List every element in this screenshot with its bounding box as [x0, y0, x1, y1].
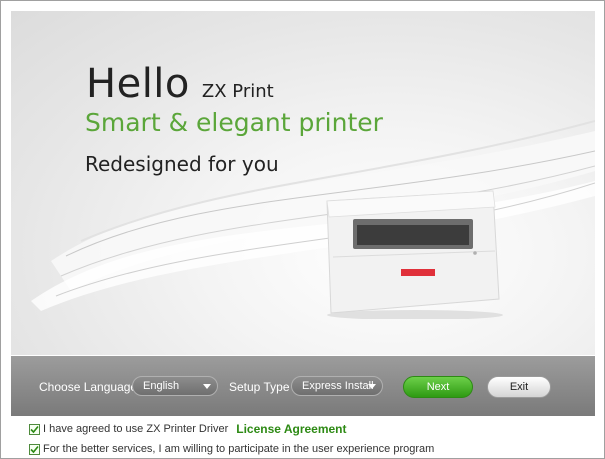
next-button[interactable]: Next: [403, 376, 473, 398]
license-agreement-link[interactable]: License Agreement: [236, 422, 346, 436]
installer-window: Hello ZX Print Smart & elegant printer R…: [0, 0, 605, 459]
hero-subline: Redesigned for you: [85, 152, 279, 176]
license-text: I have agreed to use ZX Printer Driver: [43, 423, 229, 435]
experience-text: For the better services, I am willing to…: [43, 443, 435, 455]
printer-image: [326, 190, 503, 319]
hero-heading: Hello ZX Print: [86, 61, 274, 107]
setup-type-select[interactable]: Express Install: [291, 376, 383, 396]
hello-text: Hello: [86, 61, 190, 107]
chevron-down-icon: [203, 384, 211, 389]
setup-type-value: Express Install: [302, 380, 374, 392]
license-checkbox[interactable]: [29, 423, 40, 435]
setup-type-label: Setup Type: [229, 380, 290, 394]
license-agreement-row: I have agreed to use ZX Printer Driver L…: [29, 422, 347, 436]
setup-toolbar: Choose Language English Setup Type Expre…: [11, 356, 595, 416]
user-experience-row: For the better services, I am willing to…: [29, 443, 434, 455]
exit-button[interactable]: Exit: [487, 376, 551, 398]
hero-tagline: Smart & elegant printer: [85, 108, 383, 137]
language-label: Choose Language: [39, 380, 138, 394]
chevron-down-icon: [368, 384, 376, 389]
hero-banner: Hello ZX Print Smart & elegant printer R…: [11, 11, 595, 355]
check-icon: [30, 445, 39, 453]
language-select[interactable]: English: [132, 376, 218, 396]
brand-name: ZX Print: [201, 81, 274, 102]
experience-checkbox[interactable]: [29, 443, 40, 455]
language-value: English: [143, 380, 180, 392]
check-icon: [30, 425, 39, 433]
